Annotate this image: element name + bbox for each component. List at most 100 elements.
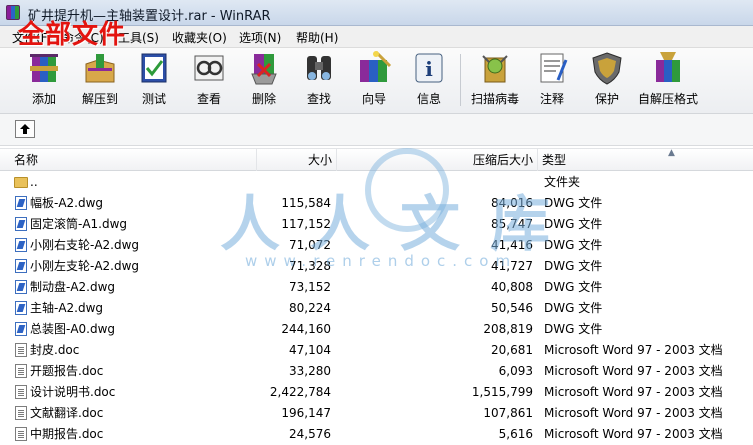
protect-icon [589,50,625,86]
view-button[interactable]: 查看 [189,50,229,112]
find-button[interactable]: 查找 [299,50,339,112]
comment-icon [534,50,570,86]
test-button[interactable]: 测试 [134,50,174,112]
column-name-header[interactable]: 名称 [10,149,257,171]
column-packed-header[interactable]: 压缩后大小 [337,149,538,171]
arrow-up-icon [20,124,30,134]
file-type: DWG 文件 [544,259,603,273]
file-packed-size: 40,808 [491,280,533,294]
dwg-file-icon [15,196,27,210]
sort-ascending-icon: ▲ [668,148,675,158]
file-packed-size: 1,515,799 [471,385,533,399]
menu-favorites[interactable]: 收藏夹(O) [172,29,227,46]
protect-button-label: 保护 [594,92,619,106]
file-size: 244,160 [281,322,331,336]
file-name: 封皮.doc [30,343,80,357]
toolbar-separator [460,54,461,106]
file-row[interactable]: 中期报告.doc 24,576 5,616 Microsoft Word 97 - 2… [0,424,753,445]
doc-file-icon [15,385,27,399]
file-name: 小刚左支轮-A2.dwg [30,259,140,273]
file-size: 47,104 [289,343,331,357]
info-icon: i [411,50,447,86]
file-row[interactable]: 制动盘-A2.dwg 73,152 40,808 DWG 文件 [0,277,753,298]
file-name: 设计说明书.doc [30,385,116,399]
svg-text:i: i [425,57,433,81]
file-size: 80,224 [289,301,331,315]
file-row[interactable]: 总装图-A0.dwg 244,160 208,819 DWG 文件 [0,319,753,340]
file-size: 73,152 [289,280,331,294]
file-type: 文件夹 [544,175,581,189]
file-type: DWG 文件 [544,322,603,336]
comment-button[interactable]: 注释 [532,50,572,112]
file-packed-size: 5,616 [498,427,533,441]
extract-to-icon [82,50,118,86]
toolbar: 添加 解压到 测试 查看 删除 查找 向导 i 信息 扫描病毒 注释 保护 自解… [0,48,753,114]
sfx-icon [650,50,686,86]
find-button-label: 查找 [306,92,331,106]
file-packed-size: 85,747 [491,217,533,231]
wizard-icon [356,50,392,86]
file-type: DWG 文件 [544,238,603,252]
path-bar [0,114,753,146]
file-packed-size: 41,727 [491,259,533,273]
menu-options[interactable]: 选项(N) [239,29,281,46]
column-header: 名称 大小 压缩后大小 类型 ▲ [0,148,753,171]
file-type: Microsoft Word 97 - 2003 文档 [544,406,723,420]
file-size: 71,072 [289,238,331,252]
virus-scan-button-label: 扫描病毒 [470,92,519,106]
file-list: .. 文件夹 幅板-A2.dwg 115,584 84,016 DWG 文件 固定滚筒-A1… [0,172,753,445]
file-type: Microsoft Word 97 - 2003 文档 [544,427,723,441]
file-size: 2,422,784 [269,385,331,399]
folder-icon [14,177,28,188]
file-row[interactable]: 小刚左支轮-A2.dwg 71,328 41,727 DWG 文件 [0,256,753,277]
file-name: 开题报告.doc [30,364,104,378]
up-one-level-button[interactable] [15,120,35,138]
comment-button-label: 注释 [539,92,564,106]
file-name: 制动盘-A2.dwg [30,280,116,294]
extract-to-button[interactable]: 解压到 [78,50,122,112]
doc-file-icon [15,406,27,420]
add-button-label: 添加 [31,92,56,106]
info-button[interactable]: i 信息 [409,50,449,112]
file-row[interactable]: .. 文件夹 [0,172,753,193]
file-row[interactable]: 主轴-A2.dwg 80,224 50,546 DWG 文件 [0,298,753,319]
add-button[interactable]: 添加 [22,50,66,112]
file-packed-size: 6,093 [498,364,533,378]
file-row[interactable]: 小刚右支轮-A2.dwg 71,072 41,416 DWG 文件 [0,235,753,256]
file-size: 196,147 [281,406,331,420]
file-name: 总装图-A0.dwg [30,322,116,336]
file-packed-size: 208,819 [483,322,533,336]
dwg-file-icon [15,301,27,315]
column-type-header[interactable]: 类型 ▲ [538,148,753,171]
file-row[interactable]: 固定滚筒-A1.dwg 117,152 85,747 DWG 文件 [0,214,753,235]
file-packed-size: 41,416 [491,238,533,252]
dwg-file-icon [15,280,27,294]
extract-to-button-label: 解压到 [81,92,118,106]
file-size: 33,280 [289,364,331,378]
menu-help[interactable]: 帮助(H) [296,29,338,46]
file-type: DWG 文件 [544,280,603,294]
file-row[interactable]: 设计说明书.doc 2,422,784 1,515,799 Microsoft Wor… [0,382,753,403]
find-icon [301,50,337,86]
file-row[interactable]: 文献翻译.doc 196,147 107,861 Microsoft Word 97 … [0,403,753,424]
wizard-button[interactable]: 向导 [354,50,394,112]
test-icon [136,50,172,86]
protect-button[interactable]: 保护 [587,50,627,112]
dwg-file-icon [15,259,27,273]
delete-button[interactable]: 删除 [244,50,284,112]
file-row[interactable]: 封皮.doc 47,104 20,681 Microsoft Word 97 - 20… [0,340,753,361]
sfx-button[interactable]: 自解压格式 [636,50,700,112]
file-row[interactable]: 开题报告.doc 33,280 6,093 Microsoft Word 97 - 2… [0,361,753,382]
file-name: 幅板-A2.dwg [30,196,104,210]
column-type-label: 类型 [542,153,567,167]
virus-scan-icon [477,50,513,86]
file-row[interactable]: 幅板-A2.dwg 115,584 84,016 DWG 文件 [0,193,753,214]
virus-scan-button[interactable]: 扫描病毒 [468,50,522,112]
file-type: Microsoft Word 97 - 2003 文档 [544,343,723,357]
file-size: 115,584 [281,196,331,210]
doc-file-icon [15,364,27,378]
test-button-label: 测试 [141,92,166,106]
column-size-header[interactable]: 大小 [257,149,337,171]
info-button-label: 信息 [416,92,441,106]
view-button-label: 查看 [196,92,221,106]
